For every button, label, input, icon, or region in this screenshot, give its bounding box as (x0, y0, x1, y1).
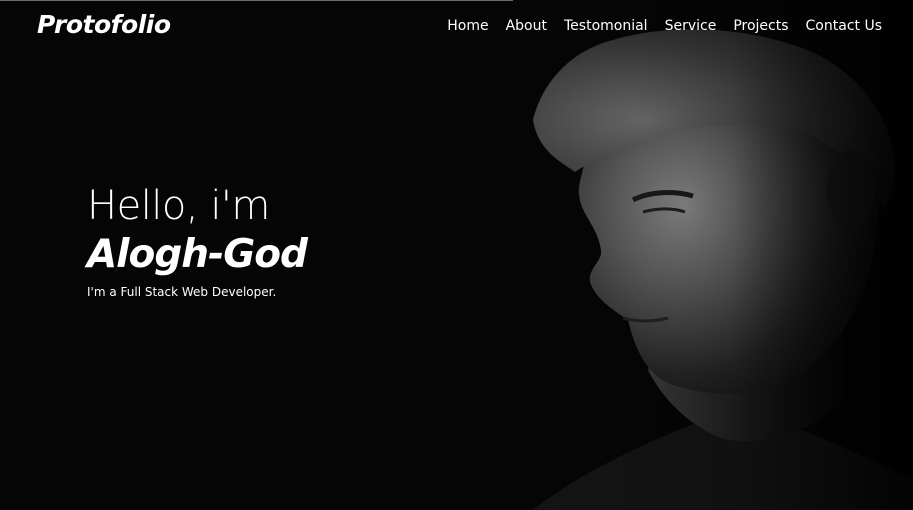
nav-item-contact[interactable]: Contact Us (806, 18, 882, 34)
page: Protofolio Home About Testomonial Servic… (0, 0, 913, 510)
nav-item-testimonial[interactable]: Testomonial (564, 18, 648, 34)
main-nav: Home About Testomonial Service Projects … (447, 18, 882, 34)
top-divider (0, 0, 513, 1)
hero-greeting: Hello, i'm (87, 183, 270, 229)
hero-portrait-image (513, 0, 913, 510)
nav-item-home[interactable]: Home (447, 18, 488, 34)
nav-item-about[interactable]: About (506, 18, 547, 34)
hero-section: Hello, i'm Alogh-God I'm a Full Stack We… (87, 182, 308, 302)
hero-subtitle: I'm a Full Stack Web Developer. (87, 285, 277, 299)
brand-logo[interactable]: Protofolio (37, 10, 171, 39)
nav-item-projects[interactable]: Projects (733, 18, 788, 34)
hero-name: Alogh-God (87, 232, 308, 277)
nav-item-service[interactable]: Service (665, 18, 717, 34)
